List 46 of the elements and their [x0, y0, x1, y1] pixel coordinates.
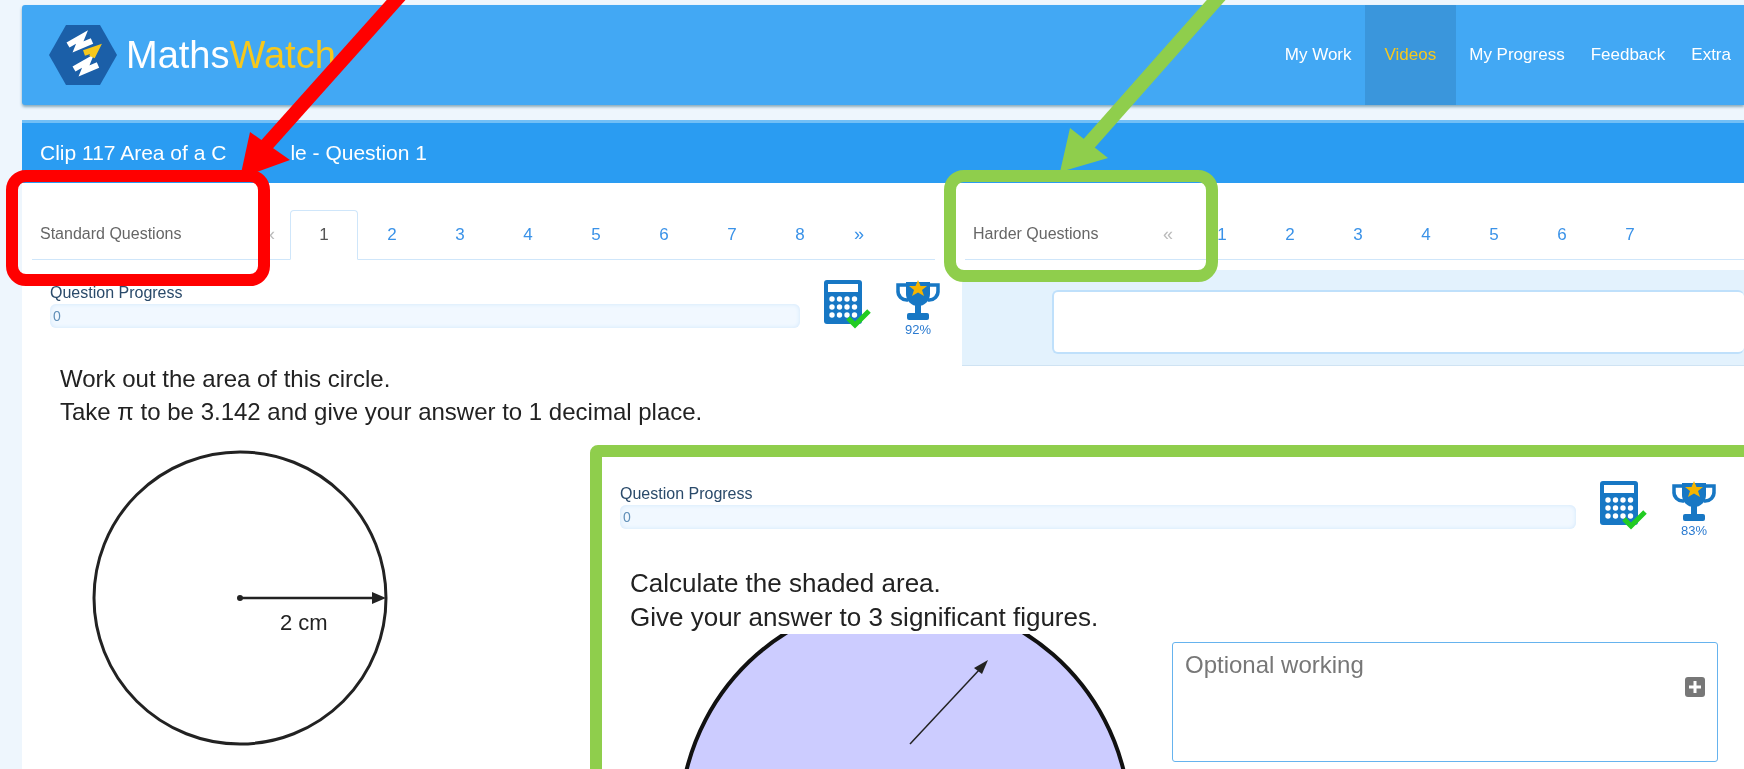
logo-wordmark: MathsWatch — [126, 33, 336, 77]
question-tab[interactable]: 3 — [426, 209, 494, 260]
question-tab[interactable]: 5 — [1460, 209, 1528, 260]
previous-page-button[interactable]: « — [1148, 222, 1188, 246]
question-set-heading: Harder Questions — [972, 225, 1100, 243]
working-field[interactable]: Optional working — [1172, 642, 1718, 762]
question-tab[interactable]: 6 — [1528, 209, 1596, 260]
question-tab[interactable]: 3 — [1324, 209, 1392, 260]
nav-link[interactable]: Extra — [1678, 5, 1744, 105]
question-title: le - Question 1 — [290, 141, 427, 165]
question-tab[interactable]: 8 — [766, 209, 834, 260]
progress-label: Question Progress — [620, 485, 754, 503]
progress-value: 0 — [623, 509, 631, 525]
nav-link[interactable]: Feedback — [1577, 5, 1679, 105]
next-page-button[interactable]: » — [848, 222, 870, 246]
calculator-check-icon — [822, 278, 872, 330]
question-tab[interactable]: 2 — [358, 209, 426, 260]
calculator-check-icon — [1598, 479, 1648, 531]
progress-value: 0 — [53, 308, 61, 324]
question-tab[interactable]: 4 — [494, 209, 562, 260]
question-title: Clip 117 Area of a C — [40, 141, 227, 165]
question-tab[interactable]: 2 — [1256, 209, 1324, 260]
question-tab[interactable]: 5 — [562, 209, 630, 260]
question-text: Work out the area of this circle. — [60, 364, 392, 394]
question-text: Calculate the shaded area. — [630, 567, 942, 600]
question-tab[interactable]: 7 — [1596, 209, 1664, 260]
nav-link[interactable]: My Progress — [1456, 5, 1578, 105]
nav-link[interactable]: My Work — [1271, 5, 1365, 105]
trophy-star-icon — [1670, 479, 1718, 523]
logo-icon — [48, 23, 118, 87]
score-percent: 92% — [905, 322, 931, 337]
question-tab[interactable]: 1 — [1188, 209, 1256, 260]
nav-link[interactable]: Videos — [1364, 5, 1457, 105]
question-set-heading: Standard Questions — [39, 225, 183, 243]
radius-label: 2 cm — [280, 610, 328, 635]
question-tab[interactable]: 6 — [630, 209, 698, 260]
question-text: Give your answer to 3 significant figures. — [630, 601, 1100, 634]
score-percent: 83% — [1681, 523, 1707, 538]
trophy-star-icon — [894, 278, 942, 322]
answer-field[interactable] — [1052, 290, 1744, 354]
question-tab[interactable]: 1 — [290, 209, 358, 260]
question-tab[interactable]: 4 — [1392, 209, 1460, 260]
question-tab[interactable]: 7 — [698, 209, 766, 260]
question-text: Take π to be 3.142 and give your answer to 1 decimal place. — [60, 397, 704, 427]
progress-label: Question Progress — [50, 284, 184, 302]
expand-icon[interactable] — [1685, 677, 1705, 697]
